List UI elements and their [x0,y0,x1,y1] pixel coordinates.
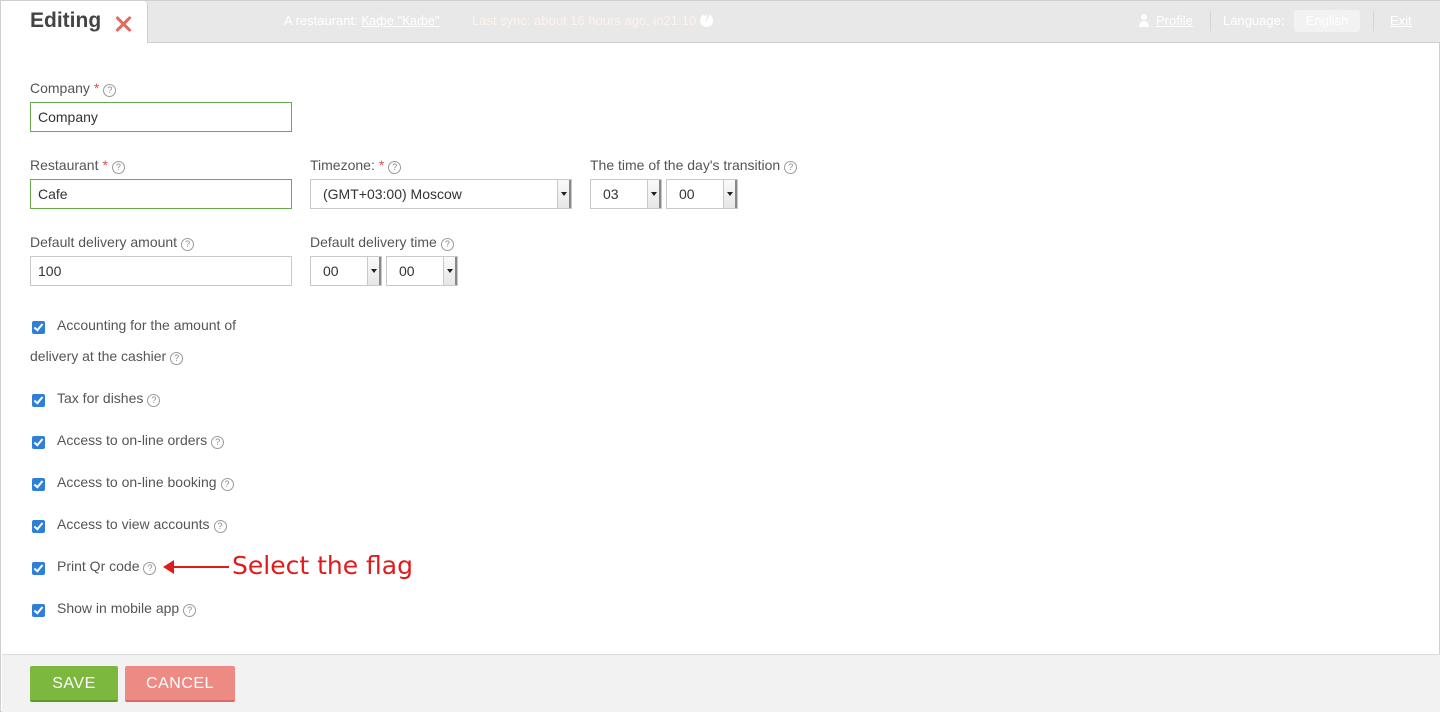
exit-link[interactable]: Exit [1390,13,1412,28]
day-transition-label: The time of the day's transition? [590,157,798,174]
checkbox-label: Access to view accounts? [57,516,227,533]
checkbox-label-continued: delivery at the cashier? [30,348,184,365]
checkbox-label-line2: delivery at the cashier [30,348,167,364]
help-icon[interactable]: ? [143,562,157,575]
delivery-amount-label: Default delivery amount? [30,234,195,251]
timezone-select[interactable]: (GMT+03:00) Moscow [310,179,572,209]
restaurant-label-text: Restaurant [30,157,99,173]
required-mark: * [378,157,385,173]
transition-hours-value: 03 [603,186,619,202]
delivery-hours-value: 00 [323,263,339,279]
timezone-label-text: Timezone: [310,157,375,173]
checkbox-label-text: Tax for dishes [57,390,144,406]
company-input[interactable]: Company [30,102,292,132]
help-icon[interactable]: ? [220,478,234,491]
header-divider [1210,11,1211,31]
exit-link-text[interactable]: Exit [1390,13,1412,28]
profile-link-text[interactable]: Profile [1156,13,1193,28]
info-icon[interactable] [700,13,714,27]
timezone-label: Timezone: *? [310,157,402,174]
close-icon[interactable] [113,14,133,34]
checkbox-label-text: Show in mobile app [57,600,180,616]
restaurant-info: A restaurant: Кафе "Кафе" [284,13,440,28]
checkbox-tax-for-dishes[interactable] [32,394,45,407]
delivery-minutes-value: 00 [399,263,415,279]
transition-minutes-value: 00 [679,186,695,202]
language-selector[interactable]: English [1294,10,1360,32]
help-icon[interactable]: ? [170,352,184,365]
language-label: Language: [1223,13,1285,28]
help-icon[interactable]: ? [213,520,227,533]
save-button[interactable]: SAVE [30,666,118,702]
chevron-down-icon[interactable] [723,180,737,208]
checkbox-show-in-mobile-app[interactable] [32,604,45,617]
checkbox-delivery-accounting[interactable] [32,321,45,334]
delivery-amount-label-text: Default delivery amount [30,234,178,250]
sync-text: Last sync: about 16 hours ago, in21:10 [472,13,697,28]
checkbox-label: Accounting for the amount of [57,317,236,333]
delivery-amount-input[interactable]: 100 [30,256,292,286]
delivery-minutes-select[interactable]: 00 [386,256,458,286]
required-mark: * [93,80,100,96]
profile-link[interactable]: Profile [1156,13,1193,28]
chevron-down-icon[interactable] [443,257,457,285]
checkbox-label: Tax for dishes? [57,390,161,407]
help-icon[interactable]: ? [181,238,195,251]
help-icon[interactable]: ? [784,161,798,174]
header-divider [1373,11,1374,31]
delivery-time-label-text: Default delivery time [310,234,437,250]
day-transition-label-text: The time of the day's transition [590,157,781,173]
checkbox-view-accounts[interactable] [32,520,45,533]
help-icon[interactable]: ? [111,161,125,174]
cancel-button[interactable]: CANCEL [125,666,235,702]
checkbox-online-orders[interactable] [32,436,45,449]
chevron-down-icon[interactable] [647,180,661,208]
tab-title: Editing [30,9,102,32]
checkbox-label: Print Qr code? [57,558,157,575]
checkbox-label-text: Access to on-line orders [57,432,208,448]
help-icon[interactable]: ? [183,604,197,617]
checkbox-label: Access to on-line orders? [57,432,225,449]
restaurant-input[interactable]: Cafe [30,179,292,209]
checkbox-label-text: Access to view accounts [57,516,210,532]
timezone-value: (GMT+03:00) Moscow [323,186,462,202]
editing-window: Editing A restaurant: Кафе "Кафе" Last s… [0,0,1440,712]
help-icon[interactable]: ? [388,161,402,174]
chevron-down-icon[interactable] [367,257,381,285]
transition-hours-select[interactable]: 03 [590,179,662,209]
annotation-arrow-icon [163,560,229,574]
company-label-text: Company [30,80,90,96]
sync-status: Last sync: about 16 hours ago, in21:10 [472,13,714,28]
annotation-text: Select the flag [232,551,413,580]
chevron-down-icon[interactable] [557,180,571,208]
checkbox-label: Access to on-line booking? [57,474,234,491]
company-label: Company *? [30,80,117,97]
checkbox-print-qr-code[interactable] [32,562,45,575]
restaurant-label: Restaurant *? [30,157,125,174]
checkbox-label-text: Access to on-line booking [57,474,217,490]
restaurant-label: A restaurant: [284,13,358,28]
help-icon[interactable]: ? [147,394,161,407]
help-icon[interactable]: ? [103,84,117,97]
checkbox-label: Show in mobile app? [57,600,197,617]
required-mark: * [102,157,108,173]
user-icon [1138,14,1150,28]
checkbox-online-booking[interactable] [32,478,45,491]
help-icon[interactable]: ? [211,436,225,449]
help-icon[interactable]: ? [440,238,454,251]
delivery-hours-select[interactable]: 00 [310,256,382,286]
restaurant-link[interactable]: Кафе "Кафе" [361,13,439,28]
checkbox-label-text: Print Qr code [57,558,140,574]
delivery-time-label: Default delivery time? [310,234,454,251]
editing-tab[interactable]: Editing [1,1,148,43]
transition-minutes-select[interactable]: 00 [666,179,738,209]
top-bar: Editing A restaurant: Кафе "Кафе" Last s… [1,1,1440,43]
